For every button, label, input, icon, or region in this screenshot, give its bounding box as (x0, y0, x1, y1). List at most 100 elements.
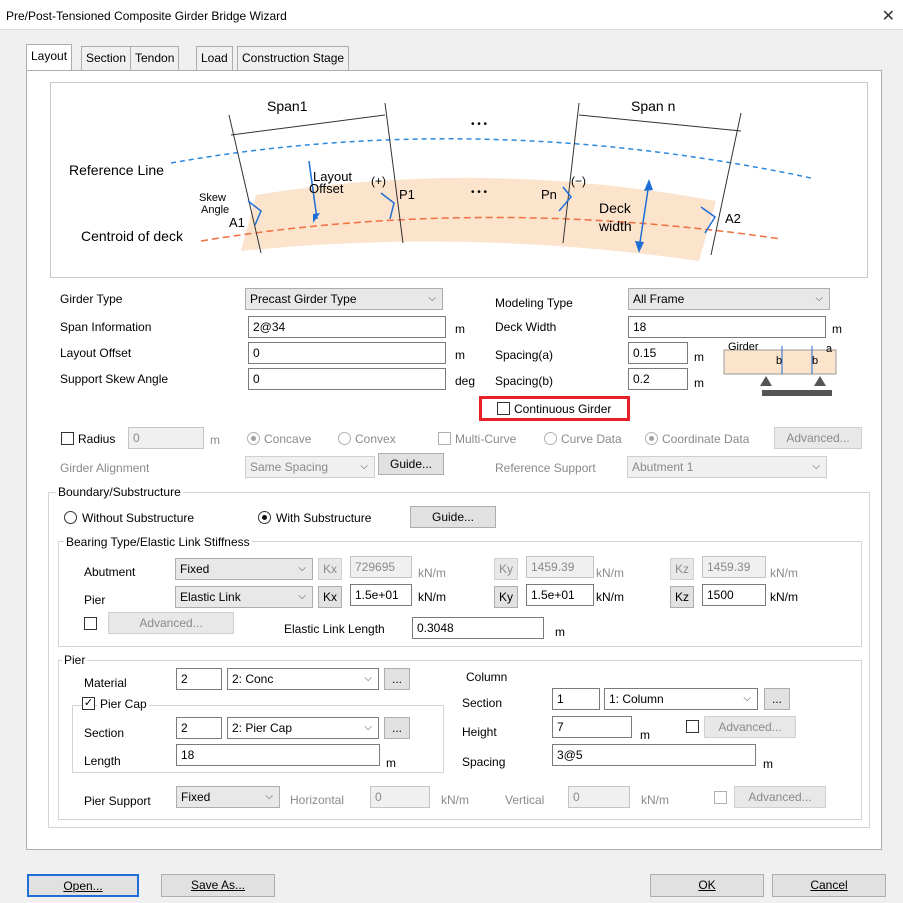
support-advanced-checkbox[interactable] (714, 791, 727, 804)
abutment-kx-input[interactable]: 729695 (350, 556, 412, 578)
alignment-guide-button[interactable]: Guide... (378, 453, 444, 475)
column-spacing-label: Spacing (462, 755, 506, 769)
curve-data-radio[interactable] (544, 432, 557, 445)
abutment-kz-label: Kz (670, 558, 694, 580)
save-as-button[interactable]: Save As... (161, 874, 275, 897)
reference-support-select[interactable]: Abutment 1 ⌵ (627, 456, 827, 478)
elastic-link-length-input[interactable]: 0.3048 (412, 617, 544, 639)
pier-kz-unit: kN/m (770, 590, 798, 604)
diagram-dots-mid: • • • (471, 187, 488, 198)
spacing-a-unit: m (694, 350, 704, 364)
spacing-b-input[interactable]: 0.2 (628, 368, 688, 390)
with-substructure-radio[interactable] (258, 511, 271, 524)
chevron-down-icon: ⌵ (360, 461, 368, 472)
radius-input[interactable]: 0 (128, 427, 204, 449)
bearing-advanced-checkbox[interactable] (84, 617, 97, 630)
spacing-a-input[interactable]: 0.15 (628, 342, 688, 364)
material-id-input[interactable]: 2 (176, 668, 222, 690)
abutment-ky-input[interactable]: 1459.39 (526, 556, 594, 578)
continuous-girder-label: Continuous Girder (514, 402, 612, 416)
material-label: Material (84, 676, 127, 690)
deck-width-label: Deck Width (495, 320, 557, 334)
cap-section-select[interactable]: 2: Pier Cap ⌵ (227, 717, 379, 739)
continuous-girder-checkbox[interactable] (497, 402, 510, 415)
ok-button[interactable]: OK (650, 874, 764, 897)
tab-construction-stage[interactable]: Construction Stage (237, 46, 350, 70)
radius-unit: m (210, 433, 220, 447)
column-height-unit: m (640, 728, 650, 742)
cap-section-browse-button[interactable]: ... (384, 717, 410, 739)
diagram-pn: Pn (541, 187, 557, 202)
close-icon[interactable]: ✕ (882, 6, 895, 26)
pier-cap-checkbox[interactable]: ✓ (82, 697, 95, 710)
column-height-input[interactable]: 7 (552, 716, 632, 738)
boundary-guide-button[interactable]: Guide... (410, 506, 496, 528)
chevron-down-icon: ⌵ (815, 293, 823, 304)
convex-radio[interactable] (338, 432, 351, 445)
cap-length-input[interactable]: 18 (176, 744, 380, 766)
layout-offset-unit: m (455, 348, 465, 362)
bearing-advanced-button[interactable]: Advanced... (108, 612, 234, 634)
pier-support-select[interactable]: Fixed ⌵ (176, 786, 280, 808)
chevron-down-icon: ⌵ (298, 563, 306, 574)
girder-type-select[interactable]: Precast Girder Type ⌵ (245, 288, 443, 310)
pier-ky-input[interactable]: 1.5e+01 (526, 584, 594, 606)
span-info-input[interactable]: 2@34 (248, 316, 446, 338)
pier-kx-input[interactable]: 1.5e+01 (350, 584, 412, 606)
vertical-input[interactable]: 0 (568, 786, 630, 808)
with-substructure-label: With Substructure (276, 511, 372, 525)
abutment-label: Abutment (84, 565, 136, 579)
diagram-reference-line: Reference Line (69, 162, 164, 178)
radius-checkbox[interactable] (61, 432, 74, 445)
column-spacing-input[interactable]: 3@5 (552, 744, 756, 766)
horizontal-label: Horizontal (290, 793, 345, 807)
spacing-diagram: Girder a b b (722, 340, 840, 400)
cancel-button[interactable]: Cancel (772, 874, 886, 897)
girder-alignment-select[interactable]: Same Spacing ⌵ (245, 456, 375, 478)
radius-advanced-button[interactable]: Advanced... (774, 427, 862, 449)
diagram-centroid: Centroid of deck (81, 228, 184, 244)
tab-section[interactable]: Section (81, 46, 132, 70)
column-section-browse-button[interactable]: ... (764, 688, 790, 710)
tab-tendon[interactable]: Tendon (130, 46, 180, 70)
abutment-kz-input[interactable]: 1459.39 (702, 556, 766, 578)
skew-angle-input[interactable]: 0 (248, 368, 446, 390)
horizontal-input[interactable]: 0 (370, 786, 430, 808)
diagram-minus: (−) (571, 174, 586, 188)
bridge-layout-figure: Span1 • • • Span n Reference Line Centro… (69, 98, 812, 261)
pier-type-select[interactable]: Elastic Link ⌵ (175, 586, 313, 608)
multi-curve-checkbox[interactable] (438, 432, 451, 445)
tab-layout[interactable]: Layout (26, 44, 73, 70)
pier-ky-unit: kN/m (596, 590, 624, 604)
material-select[interactable]: 2: Conc ⌵ (227, 668, 379, 690)
svg-text:b: b (776, 355, 782, 367)
without-substructure-radio[interactable] (64, 511, 77, 524)
pier-kz-input[interactable]: 1500 (702, 584, 766, 606)
window-title: Pre/Post-Tensioned Composite Girder Brid… (6, 9, 287, 23)
open-button[interactable]: Open... (27, 874, 139, 897)
deck-width-input[interactable]: 18 (628, 316, 826, 338)
column-section-id-input[interactable]: 1 (552, 688, 600, 710)
abutment-type-select[interactable]: Fixed ⌵ (175, 558, 313, 580)
cap-section-id-input[interactable]: 2 (176, 717, 222, 739)
span-info-unit: m (455, 322, 465, 336)
column-advanced-checkbox[interactable] (686, 720, 699, 733)
tab-load[interactable]: Load (196, 46, 233, 70)
abutment-kz-unit: kN/m (770, 566, 798, 580)
material-browse-button[interactable]: ... (384, 668, 410, 690)
coordinate-data-radio[interactable] (645, 432, 658, 445)
modeling-type-select[interactable]: All Frame ⌵ (628, 288, 830, 310)
abutment-ky-label: Ky (494, 558, 518, 580)
svg-text:a: a (826, 343, 833, 355)
elastic-link-length-label: Elastic Link Length (284, 622, 385, 636)
column-section-select[interactable]: 1: Column ⌵ (604, 688, 758, 710)
support-advanced-button[interactable]: Advanced... (734, 786, 826, 808)
skew-angle-unit: deg (455, 374, 476, 388)
diagram-span1: Span1 (267, 98, 308, 114)
layout-offset-input[interactable]: 0 (248, 342, 446, 364)
radius-label: Radius (78, 432, 116, 446)
diagram-skew: Skew (199, 192, 226, 204)
diagram-a1: A1 (229, 215, 245, 230)
concave-radio[interactable] (247, 432, 260, 445)
column-advanced-button[interactable]: Advanced... (704, 716, 796, 738)
